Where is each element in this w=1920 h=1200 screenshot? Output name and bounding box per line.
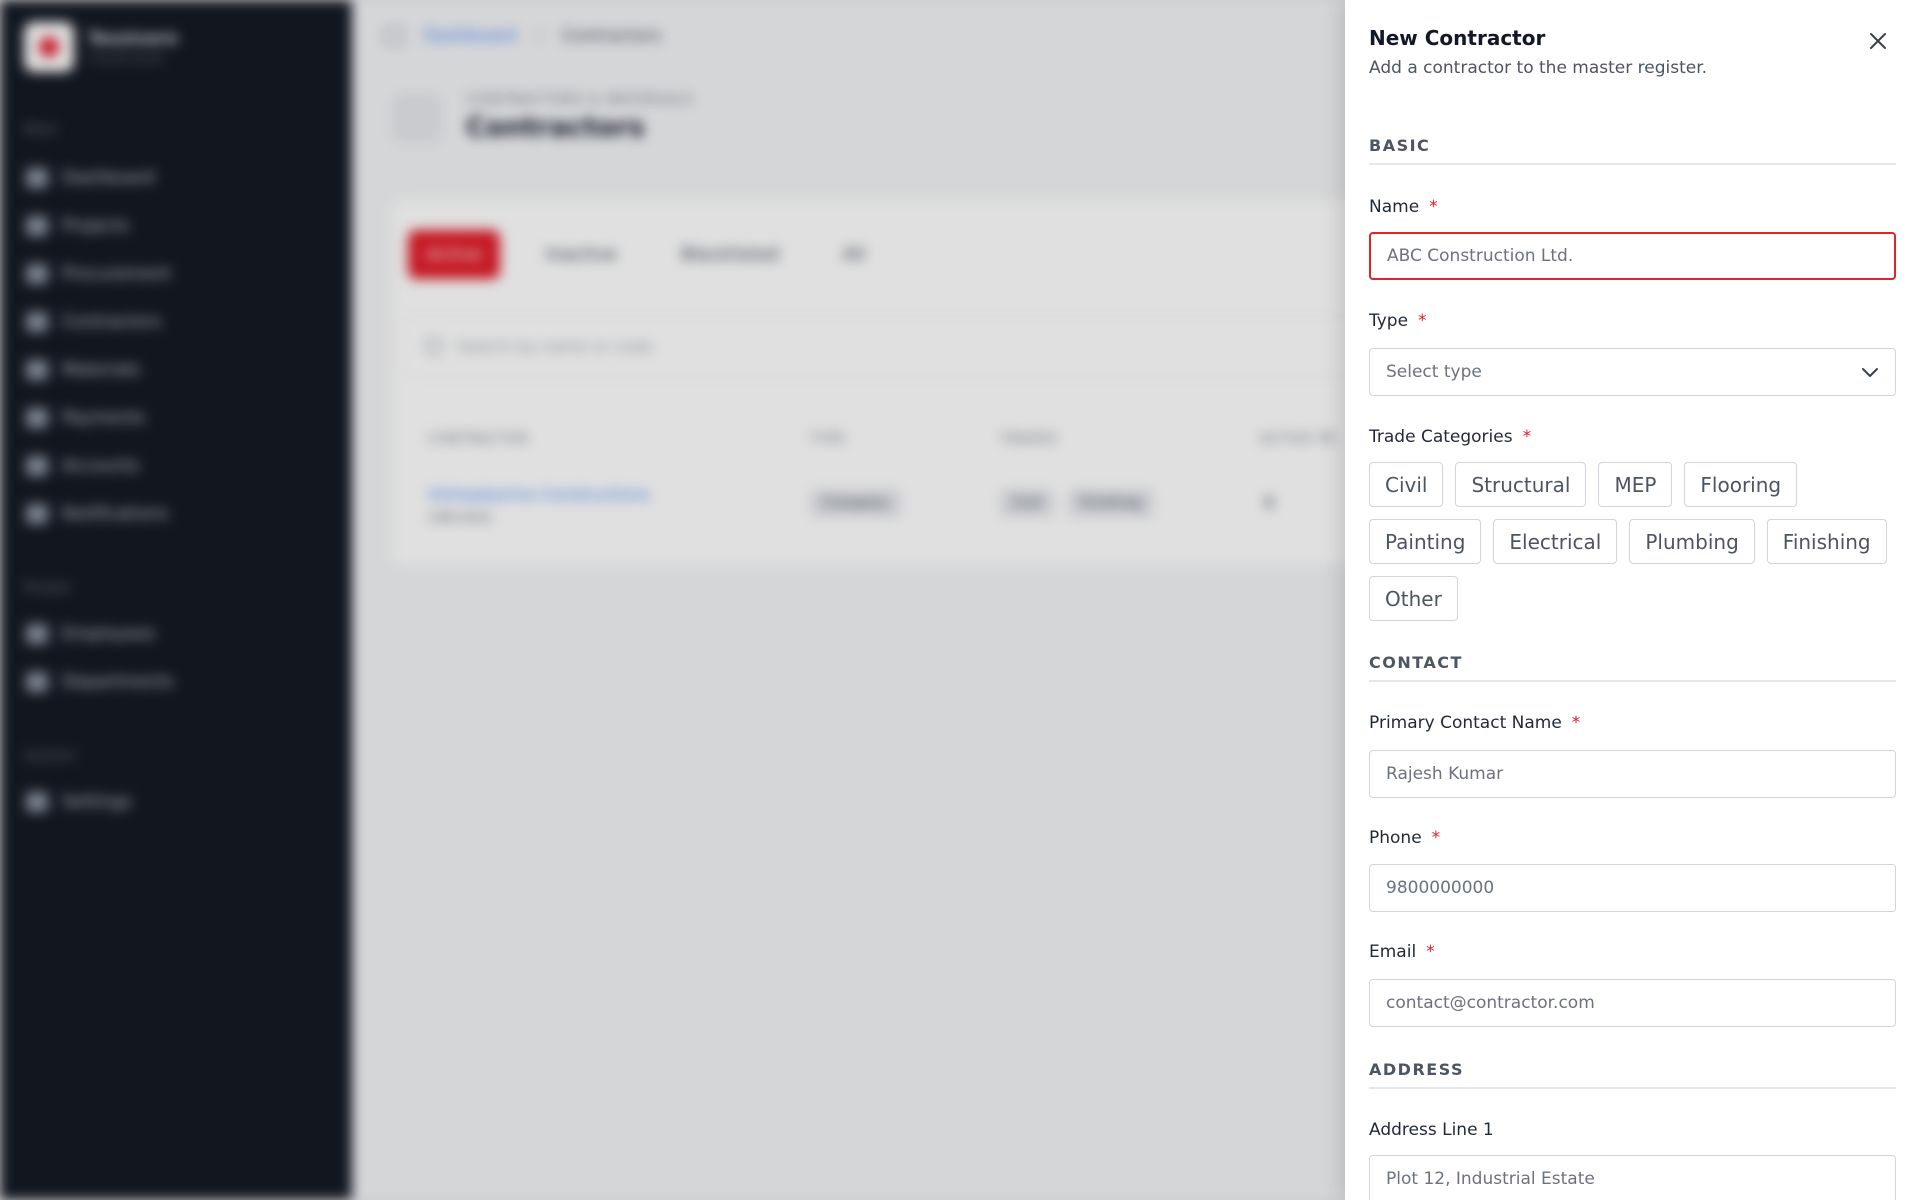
required-mark: * bbox=[1429, 197, 1438, 217]
required-mark: * bbox=[1418, 311, 1427, 331]
trade-chip-structural[interactable]: Structural bbox=[1455, 462, 1587, 507]
trade-categories-group: Civil Structural MEP Flooring Painting E… bbox=[1369, 462, 1896, 621]
drawer-subtitle: Add a contractor to the master register. bbox=[1369, 58, 1708, 78]
primary-contact-label: Primary Contact Name * bbox=[1369, 713, 1581, 733]
trade-chip-flooring[interactable]: Flooring bbox=[1684, 462, 1798, 507]
section-contact: CONTACT bbox=[1369, 653, 1896, 682]
type-label: Type * bbox=[1369, 311, 1427, 331]
trade-chip-painting[interactable]: Painting bbox=[1369, 519, 1482, 564]
type-select-value: Select type bbox=[1386, 362, 1482, 382]
email-label: Email * bbox=[1369, 942, 1435, 962]
required-mark: * bbox=[1426, 942, 1435, 962]
phone-label: Phone * bbox=[1369, 828, 1441, 848]
trade-chip-electrical[interactable]: Electrical bbox=[1493, 519, 1618, 564]
type-select[interactable]: Select type bbox=[1369, 348, 1896, 396]
drawer-title: New Contractor bbox=[1369, 26, 1546, 50]
chevron-down-icon bbox=[1862, 368, 1878, 377]
primary-contact-input[interactable] bbox=[1369, 750, 1896, 798]
section-basic: BASIC bbox=[1369, 136, 1896, 165]
address-line1-label: Address Line 1 bbox=[1369, 1120, 1494, 1140]
close-icon bbox=[1870, 33, 1886, 49]
trade-categories-label: Trade Categories * bbox=[1369, 427, 1532, 447]
trade-chip-other[interactable]: Other bbox=[1369, 576, 1458, 621]
new-contractor-drawer: New Contractor Add a contractor to the m… bbox=[1345, 0, 1920, 1200]
trade-chip-mep[interactable]: MEP bbox=[1598, 462, 1673, 507]
trade-chip-civil[interactable]: Civil bbox=[1369, 462, 1444, 507]
phone-input[interactable] bbox=[1369, 864, 1896, 912]
required-mark: * bbox=[1571, 713, 1581, 733]
close-button[interactable] bbox=[1863, 26, 1893, 56]
name-input[interactable] bbox=[1369, 232, 1896, 280]
name-label: Name * bbox=[1369, 197, 1438, 217]
trade-chip-plumbing[interactable]: Plumbing bbox=[1629, 519, 1755, 564]
email-input[interactable] bbox=[1369, 979, 1896, 1027]
required-mark: * bbox=[1522, 427, 1532, 447]
section-address: ADDRESS bbox=[1369, 1060, 1896, 1089]
required-mark: * bbox=[1431, 828, 1441, 848]
trade-chip-finishing[interactable]: Finishing bbox=[1766, 519, 1887, 564]
address-line1-input[interactable] bbox=[1369, 1155, 1896, 1200]
